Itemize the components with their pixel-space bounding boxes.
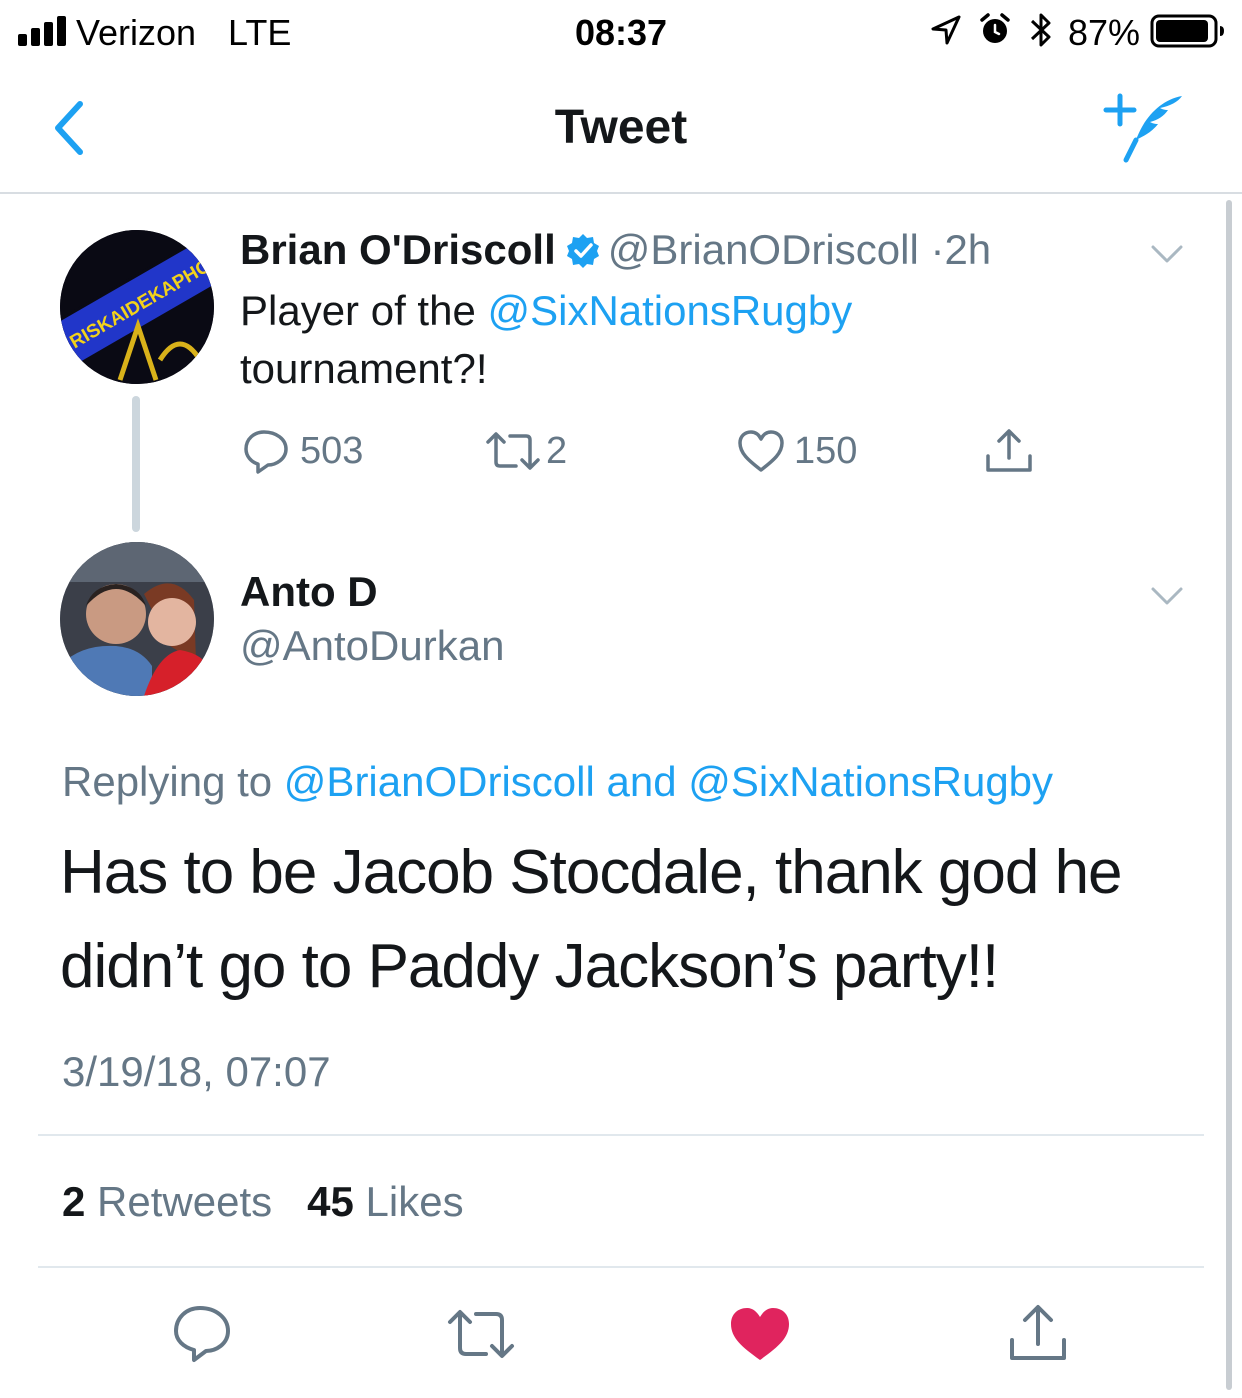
- replying-prefix: Replying to: [62, 758, 273, 805]
- alarm-clock-icon: [980, 13, 1010, 43]
- reply-button[interactable]: [170, 1302, 234, 1366]
- likes-total: 45: [307, 1178, 354, 1225]
- share-action[interactable]: [984, 426, 1034, 476]
- author-handle[interactable]: @BrianODriscoll: [608, 226, 919, 273]
- likes-label: Likes: [365, 1178, 464, 1225]
- mention-link[interactable]: @SixNationsRugby: [487, 287, 852, 334]
- reply-icon: [244, 430, 288, 474]
- share-icon: [986, 429, 1032, 472]
- tweet-text-start: Player of the: [240, 287, 488, 334]
- retweets-total: 2: [62, 1178, 86, 1225]
- tweet-age: 2h: [944, 226, 992, 273]
- reply-icon: [174, 1306, 230, 1362]
- retweet-button[interactable]: [446, 1302, 516, 1366]
- tweet-text-end: tournament?!: [240, 345, 488, 392]
- status-time: 08:37: [574, 12, 668, 53]
- heart-outline-icon: [738, 430, 784, 472]
- divider: [38, 1266, 1204, 1268]
- retweet-icon: [448, 1310, 514, 1358]
- avatar[interactable]: [60, 542, 214, 696]
- reply-author-name[interactable]: Anto D: [240, 568, 378, 616]
- reply-text: Has to be Jacob Stocdale, thank god he d…: [60, 838, 1123, 1001]
- verified-badge-icon: [566, 234, 599, 268]
- likes-stat[interactable]: 45 Likes: [307, 1178, 463, 1225]
- scrollbar[interactable]: [1226, 200, 1232, 1390]
- tweet-timestamp: 3/19/18, 07:07: [62, 1048, 331, 1095]
- replying-mention-2[interactable]: @SixNationsRugby: [688, 758, 1053, 805]
- author-name[interactable]: Brian O'Driscoll: [240, 226, 556, 273]
- chevron-down-icon[interactable]: [1150, 586, 1184, 606]
- nav-bar: Tweet: [0, 64, 1242, 194]
- location-arrow-icon: [931, 15, 961, 45]
- page-title: Tweet: [554, 101, 688, 154]
- retweets-stat[interactable]: 2 Retweets: [62, 1178, 272, 1225]
- battery-percent: 87%: [1068, 12, 1141, 53]
- meta-separator: ·: [930, 226, 945, 273]
- like-button[interactable]: [728, 1302, 792, 1366]
- compose-tweet-button[interactable]: [1100, 90, 1190, 166]
- engagement-stats: 2 Retweets 45 Likes: [62, 1178, 464, 1226]
- reply-author-handle[interactable]: @AntoDurkan: [240, 622, 504, 670]
- like-count: 150: [794, 430, 858, 472]
- tweet-text: Player of the @SixNationsRugby tournament…: [240, 282, 1120, 398]
- status-bar: Verizon LTE 08:37 87%: [0, 0, 1242, 64]
- retweets-label: Retweets: [97, 1178, 273, 1225]
- replying-to: Replying to @BrianODriscoll and @SixNati…: [62, 758, 1053, 806]
- avatar-image: RISKAIDEKAPHOBI: [60, 230, 214, 384]
- like-action[interactable]: 150: [736, 426, 866, 476]
- chevron-down-icon[interactable]: [1150, 244, 1184, 264]
- thread-line: [132, 396, 140, 532]
- reply-count: 503: [300, 430, 364, 472]
- battery-icon: [1150, 14, 1224, 48]
- divider: [38, 1134, 1204, 1136]
- share-icon: [1010, 1305, 1066, 1360]
- tweet-header: Brian O'Driscoll @BrianODriscoll ·2h: [240, 226, 991, 274]
- avatar-photo: [60, 542, 214, 696]
- retweet-action[interactable]: 2: [484, 426, 574, 476]
- share-button[interactable]: [1006, 1302, 1070, 1366]
- replying-and[interactable]: and: [607, 758, 677, 805]
- compose-tweet-icon: [1103, 93, 1182, 163]
- retweet-count: 2: [546, 430, 568, 472]
- replying-mention-1[interactable]: @BrianODriscoll: [284, 758, 595, 805]
- bluetooth-icon: [1030, 13, 1051, 47]
- avatar[interactable]: RISKAIDEKAPHOBI: [60, 230, 214, 384]
- heart-filled-icon: [731, 1308, 789, 1360]
- retweet-icon: [486, 432, 540, 470]
- reply-action[interactable]: 503: [242, 426, 372, 476]
